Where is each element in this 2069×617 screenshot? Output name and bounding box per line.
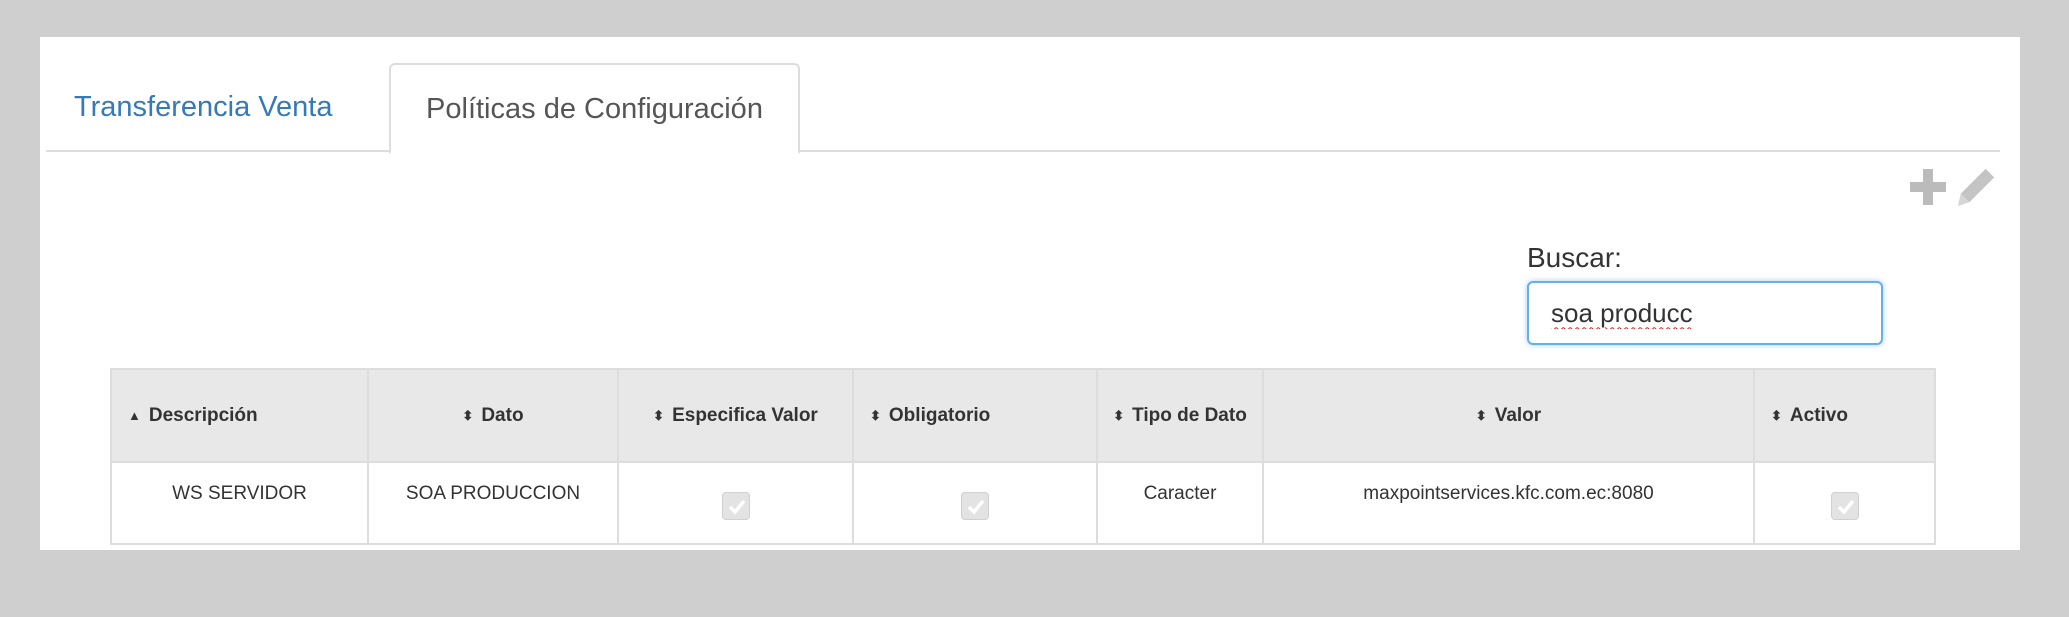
sort-icon: ⬍ (1771, 407, 1782, 423)
header-especifica-valor-label: Especifica Valor (672, 404, 818, 426)
cell-tipo-dato: Caracter (1096, 461, 1264, 545)
sort-icon: ⬍ (870, 407, 881, 423)
activo-checkbox[interactable] (1830, 492, 1859, 520)
tab-transferencia-venta[interactable]: Transferencia Venta (46, 63, 386, 152)
checkmark-icon (728, 499, 745, 515)
cell-descripcion: WS SERVIDOR (110, 461, 369, 545)
sort-icon: ⬍ (653, 407, 665, 423)
header-descripcion-label: Descripción (148, 404, 258, 426)
header-tipo-dato[interactable]: ⬍ Tipo de Dato (1096, 368, 1264, 463)
cell-dato: SOA PRODUCCION (367, 461, 619, 545)
pencil-icon[interactable] (1954, 163, 1998, 211)
header-activo-label: Activo (1789, 404, 1848, 426)
header-dato[interactable]: ⬍ Dato (367, 368, 619, 463)
toolbar (1906, 161, 1998, 213)
header-valor-label: Valor (1494, 404, 1542, 426)
tab-politicas-configuracion[interactable]: Políticas de Configuración (389, 63, 800, 154)
policies-table: ▲ Descripción ⬍ Dato ⬍ Especifica Valor ⬍ Ob… (110, 368, 1936, 545)
sort-icon: ⬍ (1113, 407, 1125, 423)
tab-bar: Transferencia Venta Políticas de Configu… (46, 63, 2000, 154)
cell-valor: maxpointservices.kfc.com.ec:8080 (1262, 461, 1755, 545)
sort-icon: ⬍ (1475, 407, 1487, 423)
header-tipo-dato-label: Tipo de Dato (1132, 404, 1247, 426)
header-dato-label: Dato (481, 404, 524, 426)
header-activo[interactable]: ⬍ Activo (1753, 368, 1936, 463)
especifica-valor-checkbox[interactable] (721, 492, 750, 520)
checkmark-icon (1837, 499, 1854, 515)
sort-icon: ⬍ (462, 407, 474, 423)
cell-especifica-valor (617, 461, 854, 545)
cell-obligatorio (852, 461, 1098, 545)
header-descripcion[interactable]: ▲ Descripción (110, 368, 369, 463)
header-obligatorio-label: Obligatorio (888, 404, 991, 426)
table-row[interactable]: WS SERVIDOR SOA PRODUCCION Caracter maxp… (110, 461, 1936, 545)
search-label: Buscar: (1527, 242, 1622, 273)
table-header-row: ▲ Descripción ⬍ Dato ⬍ Especifica Valor ⬍ Ob… (110, 368, 1936, 463)
header-valor[interactable]: ⬍ Valor (1262, 368, 1755, 463)
plus-icon[interactable] (1906, 163, 1950, 211)
header-especifica-valor[interactable]: ⬍ Especifica Valor (617, 368, 854, 463)
header-obligatorio[interactable]: ⬍ Obligatorio (852, 368, 1098, 463)
search-input[interactable] (1527, 281, 1883, 345)
checkmark-icon (967, 499, 985, 515)
cell-activo (1753, 461, 1936, 545)
obligatorio-checkbox[interactable] (961, 492, 989, 520)
sort-asc-icon: ▲ (128, 407, 141, 423)
main-panel: Transferencia Venta Políticas de Configu… (40, 37, 2020, 550)
